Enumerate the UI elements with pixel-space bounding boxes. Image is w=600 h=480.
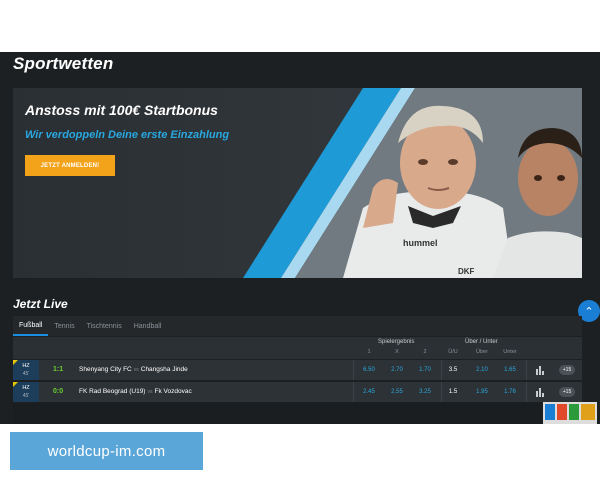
more-markets-badge[interactable]: +15	[559, 365, 575, 375]
bar-chart-icon[interactable]	[534, 364, 546, 376]
promo-banner[interactable]: hummel DKF Anstoss mit 100€ Startbonus W…	[13, 88, 582, 278]
bar-chart-icon[interactable]	[534, 386, 546, 398]
header-ueber-unter: Über / Unter	[465, 339, 498, 345]
away-team: Fk Vozdovac	[154, 388, 192, 395]
divider	[353, 360, 354, 380]
page-title: Sportwetten	[13, 54, 114, 73]
divider	[526, 382, 527, 402]
header-col-x: X	[395, 349, 399, 355]
odds-header: Spielergebnis 1 X 2 Über / Unter Ü/U Übe…	[13, 337, 582, 359]
more-markets-badge[interactable]: +15	[559, 387, 575, 397]
banner-title: Anstoss mit 100€ Startbonus	[25, 102, 218, 118]
chevron-up-icon: ⌃	[584, 305, 594, 318]
header-spielergebnis: Spielergebnis	[378, 339, 415, 345]
match-score: 1:1	[53, 366, 64, 373]
tab-tennis[interactable]: Tennis	[48, 316, 80, 336]
watermark-logo	[543, 402, 597, 424]
odd-draw[interactable]: 2.55	[384, 382, 410, 402]
live-marker	[13, 360, 18, 365]
odd-away[interactable]: 1.70	[412, 360, 438, 380]
register-button[interactable]: JETZT ANMELDEN!	[25, 155, 115, 176]
svg-text:DKF: DKF	[458, 267, 475, 276]
live-section-title: Jetzt Live	[13, 297, 68, 311]
odd-under[interactable]: 1.76	[497, 382, 523, 402]
home-team: Shenyang City FC	[79, 366, 132, 373]
odd-draw[interactable]: 2.70	[384, 360, 410, 380]
banner-subtitle: Wir verdoppeln Deine erste Einzahlung	[25, 129, 230, 141]
tab-fussball[interactable]: Fußball	[13, 316, 49, 336]
svg-text:hummel: hummel	[403, 238, 438, 248]
live-marker	[13, 382, 18, 387]
divider	[353, 382, 354, 402]
odd-over[interactable]: 2.10	[469, 360, 495, 380]
match-minute: 45'	[22, 371, 30, 377]
table-footer	[13, 403, 582, 424]
top-margin	[0, 0, 600, 52]
match-minute: 45'	[22, 393, 30, 399]
match-score: 0:0	[53, 388, 64, 395]
odd-under[interactable]: 1.65	[497, 360, 523, 380]
tab-tischtennis[interactable]: Tischtennis	[81, 316, 128, 336]
ou-line: 3.5	[448, 367, 458, 373]
header-col-ou: Ü/U	[448, 349, 458, 355]
ou-line: 1.5	[448, 389, 458, 395]
match-period: HZ	[22, 363, 30, 369]
match-teams[interactable]: Shenyang City FC vs Changsha Jinde	[79, 366, 188, 373]
odd-home[interactable]: 2.45	[356, 382, 382, 402]
match-row[interactable]: HZ 45' 0:0 FK Rad Beograd (U19) vs Fk Vozd…	[13, 382, 582, 402]
vs-label: vs	[133, 367, 139, 373]
match-row[interactable]: HZ 45' 1:1 Shenyang City FC vs Changsha Ji…	[13, 360, 582, 380]
header-col-1: 1	[367, 349, 371, 355]
header-col-unter: Unter	[503, 349, 517, 355]
tab-handball[interactable]: Handball	[128, 316, 168, 336]
odd-away[interactable]: 3.25	[412, 382, 438, 402]
site-url-label: worldcup-im.com	[10, 432, 203, 470]
away-team: Changsha Jinde	[140, 366, 188, 373]
sport-tabs: Fußball Tennis Tischtennis Handball	[13, 316, 582, 336]
match-period: HZ	[22, 385, 30, 391]
odd-home[interactable]: 6.50	[356, 360, 382, 380]
home-team: FK Rad Beograd (U19)	[79, 388, 146, 395]
divider	[526, 360, 527, 380]
match-teams[interactable]: FK Rad Beograd (U19) vs Fk Vozdovac	[79, 388, 192, 395]
header-col-ueber: Über	[476, 349, 488, 355]
header-col-2: 2	[423, 349, 427, 355]
odd-over[interactable]: 1.95	[469, 382, 495, 402]
